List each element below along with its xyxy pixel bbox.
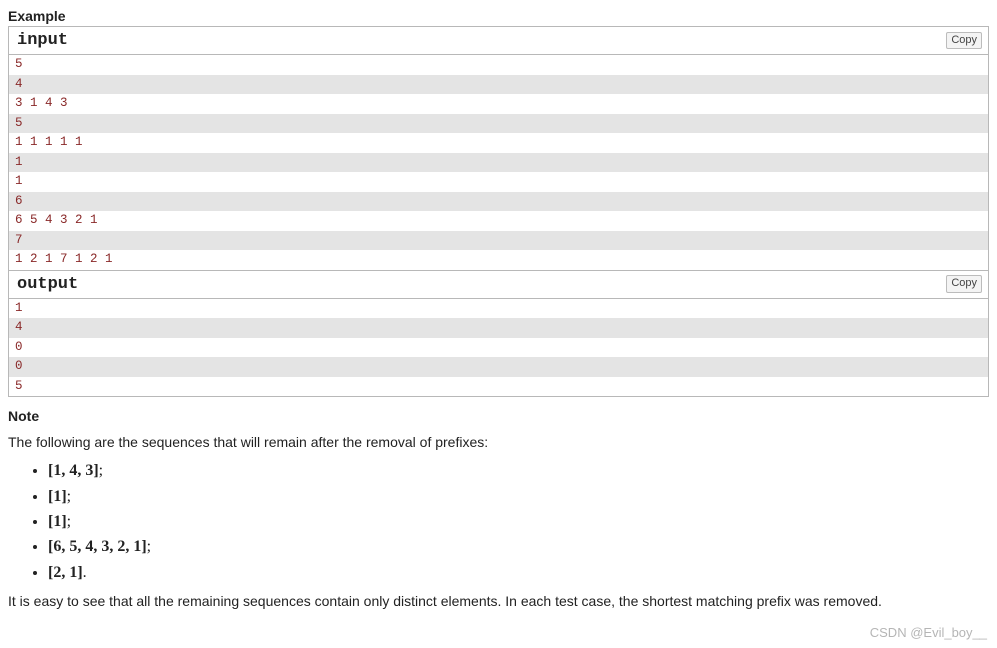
code-line: 6 (9, 192, 988, 212)
code-line: 5 (9, 55, 988, 75)
input-box: input Copy 543 1 4 351 1 1 1 11166 5 4 3… (8, 26, 989, 271)
note-sequence-item: [6, 5, 4, 3, 2, 1]; (48, 536, 989, 558)
sequence-terminator: ; (67, 513, 71, 530)
code-line: 5 (9, 377, 988, 397)
note-sequence-item: [2, 1]. (48, 562, 989, 584)
sequence-value: [1] (48, 513, 67, 530)
sequence-value: [1, 4, 3] (48, 462, 99, 479)
code-line: 3 1 4 3 (9, 94, 988, 114)
note-sequence-list: [1, 4, 3];[1];[1];[6, 5, 4, 3, 2, 1];[2,… (8, 460, 989, 584)
copy-input-button[interactable]: Copy (946, 32, 982, 49)
note-sequence-item: [1]; (48, 511, 989, 533)
note-sequence-item: [1, 4, 3]; (48, 460, 989, 482)
note-sequence-item: [1]; (48, 486, 989, 508)
code-line: 1 (9, 172, 988, 192)
code-line: 7 (9, 231, 988, 251)
sequence-terminator: ; (67, 488, 71, 505)
code-line: 1 1 1 1 1 (9, 133, 988, 153)
sequence-terminator: . (83, 564, 87, 581)
example-heading: Example (8, 8, 989, 24)
sequence-terminator: ; (147, 538, 151, 555)
note-heading: Note (8, 407, 989, 427)
code-line: 1 (9, 153, 988, 173)
code-line: 1 (9, 299, 988, 319)
watermark: CSDN @Evil_boy__ (870, 625, 987, 640)
code-line: 0 (9, 338, 988, 358)
note-section: Note The following are the sequences tha… (8, 407, 989, 612)
input-code: 543 1 4 351 1 1 1 11166 5 4 3 2 171 2 1 … (9, 55, 988, 270)
sequence-value: [6, 5, 4, 3, 2, 1] (48, 538, 147, 555)
output-code: 14005 (9, 299, 988, 397)
sequence-terminator: ; (99, 462, 103, 479)
sequence-value: [1] (48, 488, 67, 505)
copy-output-button[interactable]: Copy (946, 275, 982, 292)
code-line: 4 (9, 318, 988, 338)
output-label: output (17, 275, 78, 294)
input-label: input (17, 31, 68, 50)
code-line: 1 2 1 7 1 2 1 (9, 250, 988, 270)
output-box: output Copy 14005 (8, 271, 989, 398)
output-header: output Copy (9, 271, 988, 299)
code-line: 4 (9, 75, 988, 95)
code-line: 5 (9, 114, 988, 134)
note-intro: The following are the sequences that wil… (8, 433, 989, 453)
note-conclusion: It is easy to see that all the remaining… (8, 592, 989, 612)
sequence-value: [2, 1] (48, 564, 83, 581)
code-line: 6 5 4 3 2 1 (9, 211, 988, 231)
input-header: input Copy (9, 27, 988, 55)
code-line: 0 (9, 357, 988, 377)
